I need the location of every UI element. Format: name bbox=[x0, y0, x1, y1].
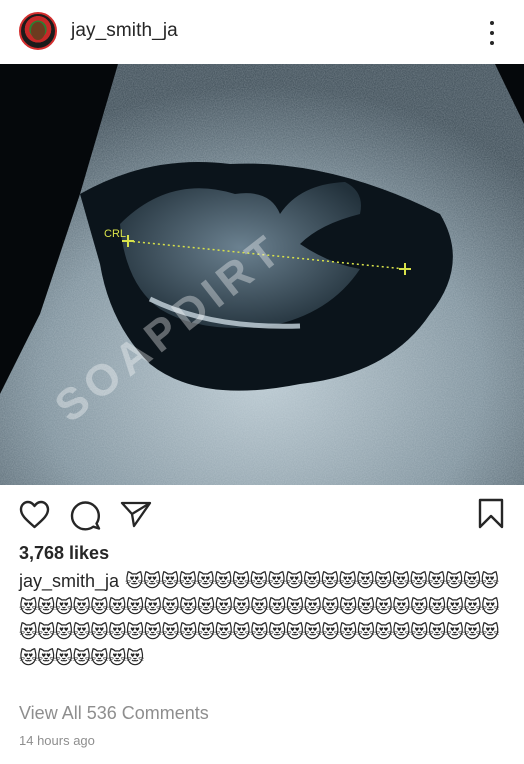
comment-bubble-icon[interactable] bbox=[70, 500, 101, 531]
post-header: jay_smith_ja bbox=[0, 0, 524, 64]
avatar-face bbox=[31, 22, 45, 40]
heart-outline-icon[interactable] bbox=[19, 500, 50, 529]
ultrasound-image: CRL SOAPDIRT bbox=[0, 64, 524, 485]
post-caption: jay_smith_ja 😻😻😻😻😻😻😻😻😻😻😻😻😻😻😻😻😻😻😻😻😻😻😻😻😻😻😻😻… bbox=[19, 569, 500, 671]
caption-username[interactable]: jay_smith_ja bbox=[19, 571, 119, 591]
more-dot bbox=[490, 31, 494, 35]
more-options-icon[interactable] bbox=[482, 18, 502, 48]
crl-label: CRL bbox=[104, 228, 126, 240]
bookmark-outline-icon[interactable] bbox=[478, 498, 504, 529]
post-timestamp: 14 hours ago bbox=[19, 733, 95, 748]
post-photo[interactable]: CRL SOAPDIRT bbox=[0, 64, 524, 485]
action-bar bbox=[0, 485, 524, 543]
post-username[interactable]: jay_smith_ja bbox=[71, 20, 178, 42]
profile-avatar-icon[interactable] bbox=[19, 12, 57, 50]
more-dot bbox=[490, 41, 494, 45]
more-dot bbox=[490, 21, 494, 25]
paper-plane-icon[interactable] bbox=[120, 500, 152, 528]
likes-count[interactable]: 3,768 likes bbox=[19, 543, 109, 564]
view-all-comments-link[interactable]: View All 536 Comments bbox=[19, 703, 209, 724]
